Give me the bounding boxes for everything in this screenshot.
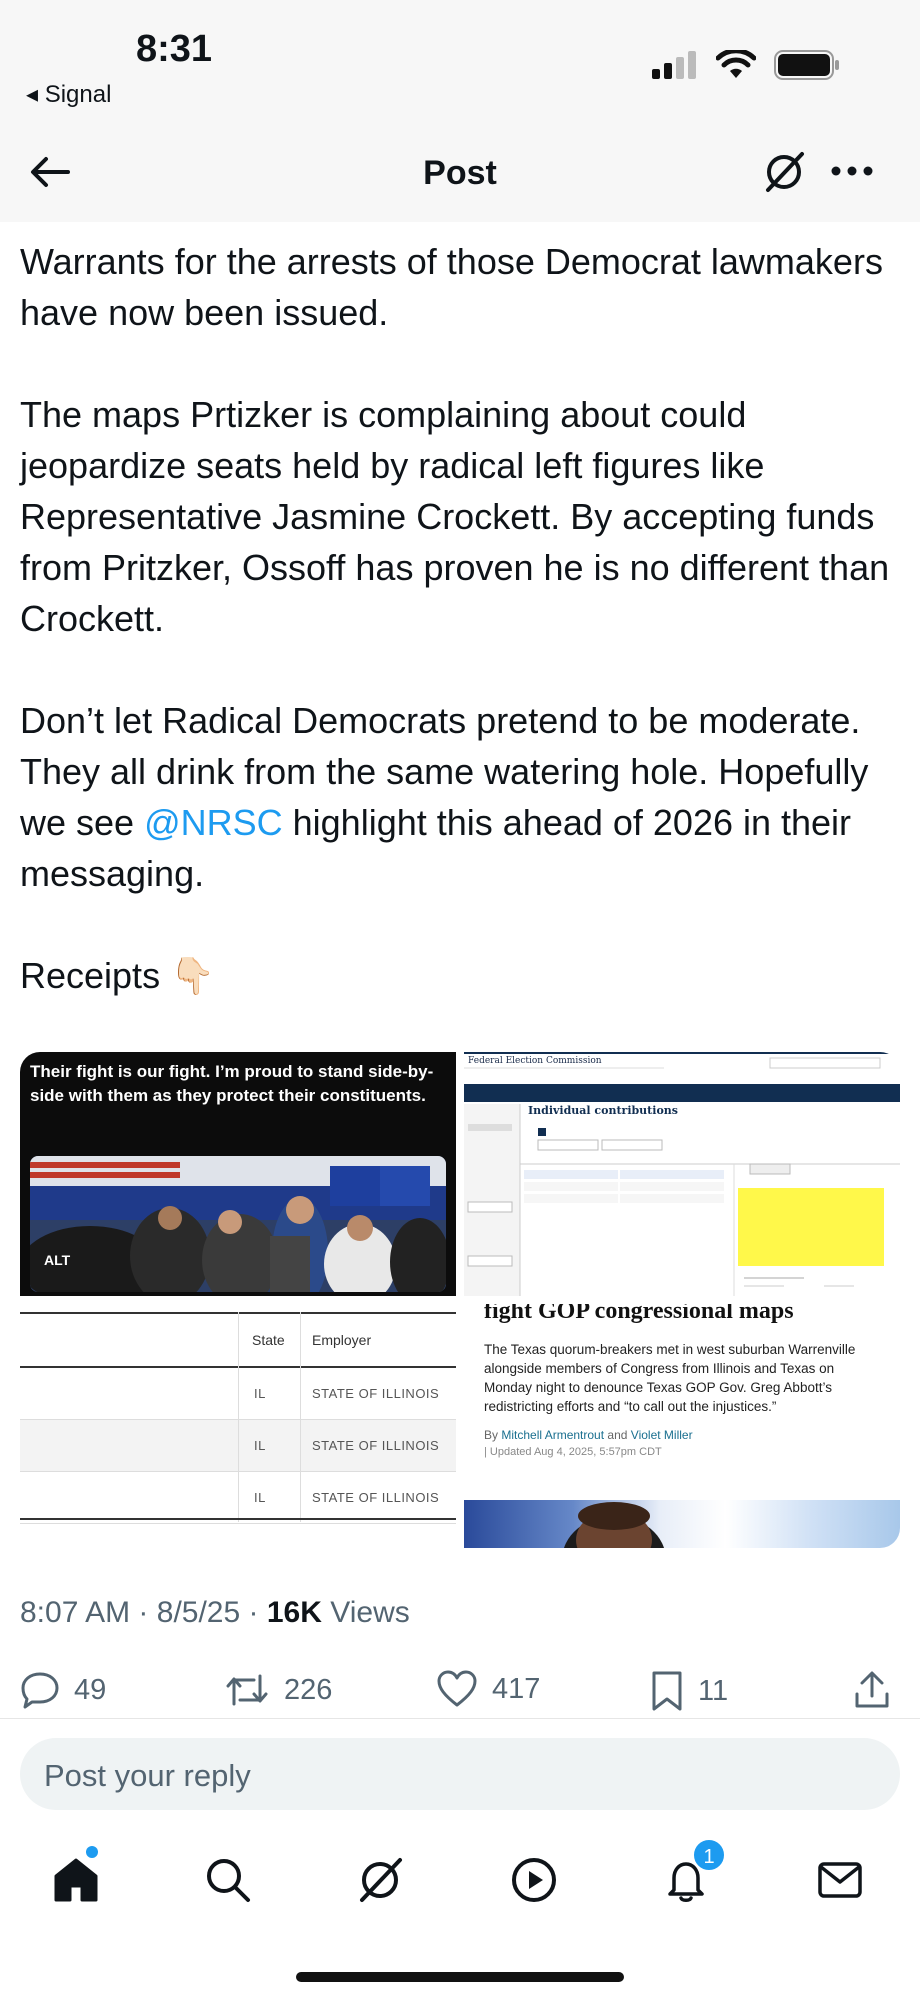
notification-badge: 1 (692, 1838, 726, 1872)
home-unread-dot (86, 1846, 98, 1858)
bookmark-button[interactable]: 11 (650, 1670, 728, 1712)
post-meta: 8:07 AM · 8/5/25 · 16K Views (20, 1596, 410, 1630)
byline-prefix: By (484, 1428, 499, 1442)
mention-link[interactable]: @NRSC (144, 802, 283, 843)
grok-icon[interactable] (762, 150, 806, 194)
status-time: 8:31 (136, 28, 213, 70)
article-headline: fight GOP congressional maps (484, 1304, 794, 1324)
bookmark-icon (652, 1671, 682, 1711)
media-image-quote[interactable]: Their fight is our fight. I’m proud to s… (20, 1052, 456, 1296)
post-actions: 49 226 417 11 (0, 1664, 920, 1720)
post-date: 8/5/25 (156, 1596, 241, 1629)
grok-icon[interactable] (354, 1854, 406, 1906)
post-paragraph: Warrants for the arrests of those Democr… (20, 241, 883, 333)
home-icon[interactable] (50, 1854, 102, 1906)
table-bottom-rule (20, 1518, 456, 1520)
media-image-fec[interactable]: Federal Election Commission Individual c… (464, 1052, 900, 1296)
article-updated: | Updated Aug 4, 2025, 5:57pm CDT (484, 1446, 662, 1458)
wifi-icon (716, 50, 756, 78)
highlighted-source-info (738, 1188, 884, 1266)
image-quote-text: Their fight is our fight. I’m proud to s… (30, 1062, 434, 1105)
heart-icon (437, 1670, 477, 1707)
reply-icon (21, 1672, 59, 1709)
table-header-cell: State (252, 1332, 285, 1348)
post-header: Post (0, 120, 920, 222)
video-icon[interactable] (508, 1854, 560, 1906)
reply-input[interactable]: Post your reply (20, 1738, 900, 1810)
reply-button[interactable]: 49 (20, 1670, 106, 1710)
article-byline: By Mitchell Armentrout and Violet Miller (484, 1428, 693, 1442)
views-count: 16K (266, 1596, 322, 1629)
article-author: Violet Miller (630, 1428, 693, 1442)
home-indicator[interactable] (296, 1972, 624, 1982)
post-paragraph: Receipts 👇🏻 (20, 955, 215, 996)
views-label: Views (330, 1596, 410, 1629)
share-icon (855, 1671, 889, 1708)
status-bar: 8:31 ◂ Signal (0, 0, 920, 120)
fec-nav-bar (464, 1084, 900, 1102)
share-button[interactable] (854, 1670, 890, 1710)
table-divider (238, 1312, 239, 1522)
post-text: Warrants for the arrests of those Democr… (20, 236, 900, 1001)
post-paragraph: Don’t let Radical Democrats pretend to b… (20, 695, 900, 899)
reply-placeholder: Post your reply (44, 1758, 251, 1793)
alt-badge[interactable]: ALT (44, 1252, 70, 1268)
cellular-signal-icon (652, 51, 696, 79)
article-photo (464, 1500, 900, 1548)
like-button[interactable]: 417 (436, 1670, 540, 1708)
table-cell-state: IL (254, 1438, 266, 1453)
table-cell-employer: STATE OF ILLINOIS (312, 1438, 440, 1453)
byline-and: and (607, 1428, 628, 1442)
press-conference-photo: ALT (30, 1156, 446, 1292)
media-grid: Their fight is our fight. I’m proud to s… (20, 1052, 900, 1548)
repost-button[interactable]: 226 (224, 1670, 332, 1710)
post-paragraph: The maps Prtizker is complaining about c… (20, 394, 890, 639)
media-image-article[interactable]: fight GOP congressional maps The Texas q… (464, 1304, 900, 1548)
table-divider (300, 1312, 301, 1522)
table-header-cell: Employer (312, 1332, 372, 1348)
bookmark-count: 11 (698, 1674, 729, 1707)
table-cell-state: IL (254, 1490, 266, 1505)
media-image-table[interactable]: State Employer IL STATE OF ILLINOIS IL S… (20, 1304, 456, 1548)
article-body: The Texas quorum-breakers met in west su… (484, 1342, 856, 1414)
more-icon[interactable] (830, 164, 874, 178)
bottom-tab-bar: 1 (0, 1838, 920, 1920)
divider (0, 1718, 920, 1719)
post-time: 8:07 AM (20, 1596, 131, 1629)
search-icon[interactable] (202, 1854, 254, 1906)
meta-separator: · (248, 1596, 259, 1629)
fec-section-title: Individual contributions (528, 1104, 678, 1117)
table-cell-employer: STATE OF ILLINOIS (312, 1386, 440, 1401)
messages-envelope-icon[interactable] (814, 1854, 866, 1906)
table-cell-employer: STATE OF ILLINOIS (312, 1490, 440, 1505)
repost-count: 226 (284, 1673, 333, 1706)
like-count: 417 (492, 1672, 541, 1705)
table-cell-state: IL (254, 1386, 266, 1401)
battery-icon (774, 50, 839, 80)
status-icons (650, 50, 840, 80)
reply-count: 49 (74, 1673, 107, 1706)
repost-icon (226, 1674, 268, 1706)
meta-separator: · (138, 1596, 149, 1629)
back-to-app-link[interactable]: ◂ Signal (26, 80, 111, 109)
article-author: Mitchell Armentrout (501, 1428, 605, 1442)
